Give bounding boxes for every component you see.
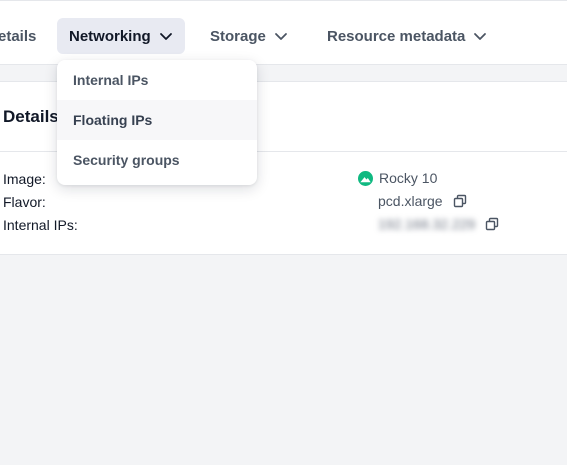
menu-item-floating-ips[interactable]: Floating IPs [57, 100, 257, 140]
tab-details-label: etails [0, 27, 37, 45]
tab-resource-metadata[interactable]: Resource metadata [327, 18, 487, 54]
tab-bar: etails Networking Storage Resource metad… [0, 0, 567, 65]
details-title: Details [3, 107, 59, 126]
tab-details[interactable]: etails [0, 18, 36, 54]
image-label: Image: [3, 171, 46, 187]
menu-item-label: Internal IPs [73, 72, 149, 88]
chevron-down-icon [474, 33, 487, 40]
menu-item-label: Floating IPs [73, 112, 153, 128]
menu-item-internal-ips[interactable]: Internal IPs [57, 60, 257, 100]
networking-dropdown-menu: Internal IPs Floating IPs Security group… [57, 60, 257, 185]
internal-ips-value-text: 192.168.32.229 [378, 216, 476, 232]
chevron-down-icon [159, 33, 172, 40]
flavor-value: pcd.xlarge [378, 193, 467, 209]
flavor-value-text: pcd.xlarge [378, 193, 443, 209]
tab-networking[interactable]: Networking [57, 18, 185, 54]
internal-ips-value: 192.168.32.229 [378, 216, 499, 232]
image-value: Rocky 10 [358, 170, 437, 186]
menu-item-label: Security groups [73, 152, 180, 168]
internal-ips-label: Internal IPs: [3, 217, 78, 233]
flavor-label: Flavor: [3, 194, 46, 210]
copy-icon[interactable] [453, 194, 467, 208]
tab-storage[interactable]: Storage [210, 18, 288, 54]
image-value-text: Rocky 10 [379, 170, 438, 186]
tab-resource-metadata-label: Resource metadata [327, 27, 466, 45]
rocky-linux-logo-icon [358, 170, 373, 186]
chevron-down-icon [274, 33, 287, 40]
menu-item-security-groups[interactable]: Security groups [57, 140, 257, 180]
tab-networking-label: Networking [69, 27, 151, 45]
copy-icon[interactable] [485, 217, 499, 231]
tab-storage-label: Storage [210, 27, 266, 45]
